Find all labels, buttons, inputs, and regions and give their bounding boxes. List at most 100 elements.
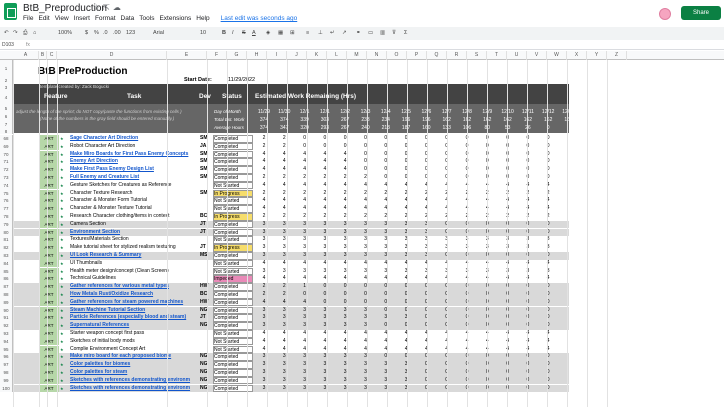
hours-cell[interactable]: 3 — [315, 314, 335, 322]
hours-cell[interactable]: 3 — [254, 353, 274, 361]
hours-cell[interactable]: 2 — [356, 190, 376, 198]
hours-cell[interactable]: 3 — [254, 369, 274, 377]
hours-cell[interactable]: 4 — [254, 330, 274, 338]
hours-cell[interactable]: 2 — [538, 213, 558, 221]
hours-cell[interactable]: 3 — [356, 322, 376, 330]
hours-cell[interactable]: 3 — [376, 252, 396, 260]
hours-cell[interactable]: 3 — [335, 377, 355, 385]
feature-cell[interactable]: ART — [39, 306, 59, 315]
row-number[interactable]: 92 — [0, 322, 13, 330]
row-number[interactable]: 78 — [0, 213, 13, 221]
task-cell[interactable]: Steam Machine Tutorial Section — [70, 307, 200, 315]
hours-cell[interactable]: 3 — [335, 322, 355, 330]
row-number[interactable]: 93 — [0, 330, 13, 338]
hours-cell[interactable]: 4 — [315, 330, 335, 338]
hours-cell[interactable]: 4 — [335, 166, 355, 174]
hours-cell[interactable]: 0 — [376, 174, 396, 182]
hours-cell[interactable]: 3 — [274, 314, 294, 322]
hours-cell[interactable]: 3 — [356, 314, 376, 322]
hours-cell[interactable]: 0 — [315, 143, 335, 151]
column-header-i[interactable]: I — [267, 51, 287, 60]
hours-cell[interactable]: 2 — [254, 174, 274, 182]
hours-cell[interactable]: 4 — [335, 158, 355, 166]
hours-cell[interactable]: 2 — [335, 213, 355, 221]
hours-cell[interactable]: 4 — [356, 205, 376, 213]
link-icon[interactable]: ⚭ — [356, 30, 361, 36]
hours-cell[interactable]: 4 — [274, 205, 294, 213]
increase-decimal-button[interactable]: .00 — [113, 30, 121, 36]
hours-cell[interactable]: 0 — [335, 135, 355, 143]
hours-cell[interactable]: 4 — [335, 182, 355, 190]
hours-cell[interactable]: 0 — [538, 353, 558, 361]
dev-cell[interactable] — [200, 346, 212, 354]
hours-cell[interactable]: 4 — [254, 346, 274, 354]
hours-cell[interactable]: 3 — [315, 353, 335, 361]
decrease-decimal-button[interactable]: .0 — [103, 30, 108, 36]
hours-cell[interactable]: 4 — [295, 299, 315, 307]
hours-cell[interactable]: 0 — [295, 135, 315, 143]
hours-cell[interactable]: 3 — [254, 322, 274, 330]
hours-cell[interactable]: 3 — [356, 236, 376, 244]
hours-cell[interactable]: 0 — [356, 299, 376, 307]
column-header-q[interactable]: Q — [427, 51, 447, 60]
hours-cell[interactable]: 0 — [538, 166, 558, 174]
hours-cell[interactable]: 4 — [538, 182, 558, 190]
column-header-x[interactable]: X — [567, 51, 587, 60]
hours-cell[interactable]: 4 — [356, 330, 376, 338]
hours-cell[interactable]: 3 — [335, 307, 355, 315]
task-cell[interactable]: Make First Pass Enemy Design List — [70, 166, 200, 174]
task-cell[interactable]: Sage Character Art Direction — [70, 135, 200, 143]
column-header-k[interactable]: K — [307, 51, 327, 60]
hours-cell[interactable]: 4 — [335, 260, 355, 268]
row-number[interactable]: 91 — [0, 314, 13, 323]
task-cell[interactable]: Particle References (especially blood an… — [70, 314, 200, 322]
hours-cell[interactable]: 2 — [274, 143, 294, 151]
hours-cell[interactable]: 4 — [315, 338, 335, 346]
hours-cell[interactable]: 3 — [376, 244, 396, 252]
task-cell[interactable]: Character Texture Research — [70, 190, 200, 198]
wrap-icon[interactable]: ↵ — [330, 30, 335, 36]
hours-cell[interactable]: 3 — [274, 307, 294, 315]
hours-cell[interactable]: 0 — [538, 361, 558, 369]
filter-icon[interactable]: ⊽ — [392, 30, 396, 36]
hours-cell[interactable]: 3 — [335, 229, 355, 237]
hours-cell[interactable]: 3 — [315, 221, 335, 229]
hours-cell[interactable]: 3 — [376, 314, 396, 322]
hours-cell[interactable]: 0 — [335, 143, 355, 151]
dev-cell[interactable]: MS — [200, 252, 212, 260]
dev-cell[interactable]: JA — [200, 143, 212, 151]
column-header-h[interactable]: H — [247, 51, 267, 60]
hours-cell[interactable]: 0 — [376, 299, 396, 307]
column-header-b[interactable]: B — [39, 51, 47, 60]
feature-cell[interactable]: ART — [39, 314, 59, 322]
hours-cell[interactable]: 2 — [254, 291, 274, 299]
task-cell[interactable]: Environment Section — [70, 229, 200, 237]
hours-cell[interactable]: 0 — [376, 151, 396, 159]
feature-cell[interactable]: ART — [39, 213, 59, 221]
row-number[interactable]: 88 — [0, 291, 13, 299]
hours-cell[interactable]: 3 — [335, 252, 355, 260]
task-cell[interactable]: Gather references for various metal type… — [70, 283, 200, 291]
hours-cell[interactable]: 3 — [356, 307, 376, 315]
hours-cell[interactable]: 0 — [356, 151, 376, 159]
hours-cell[interactable]: 4 — [274, 275, 294, 283]
task-cell[interactable]: UI Thumbnails — [70, 260, 200, 268]
hours-cell[interactable]: 2 — [315, 190, 335, 198]
dev-cell[interactable]: HW — [200, 283, 212, 291]
hours-cell[interactable]: 4 — [274, 158, 294, 166]
feature-cell[interactable]: ART — [39, 220, 59, 229]
feature-cell[interactable]: ART — [39, 236, 59, 244]
hours-cell[interactable]: 2 — [254, 213, 274, 221]
hours-cell[interactable]: 4 — [274, 197, 294, 205]
row-number[interactable]: 68 — [0, 135, 13, 143]
bold-icon[interactable]: B — [222, 30, 226, 36]
hours-cell[interactable]: 4 — [315, 151, 335, 159]
hours-cell[interactable]: 0 — [335, 291, 355, 299]
share-button[interactable]: Share — [681, 6, 721, 20]
dev-cell[interactable]: NG — [200, 361, 212, 369]
hours-cell[interactable]: 4 — [254, 338, 274, 346]
row-number[interactable]: 96 — [0, 353, 13, 362]
hours-cell[interactable]: 4 — [538, 260, 558, 268]
dev-cell[interactable] — [200, 182, 212, 190]
hours-cell[interactable]: 4 — [315, 205, 335, 213]
